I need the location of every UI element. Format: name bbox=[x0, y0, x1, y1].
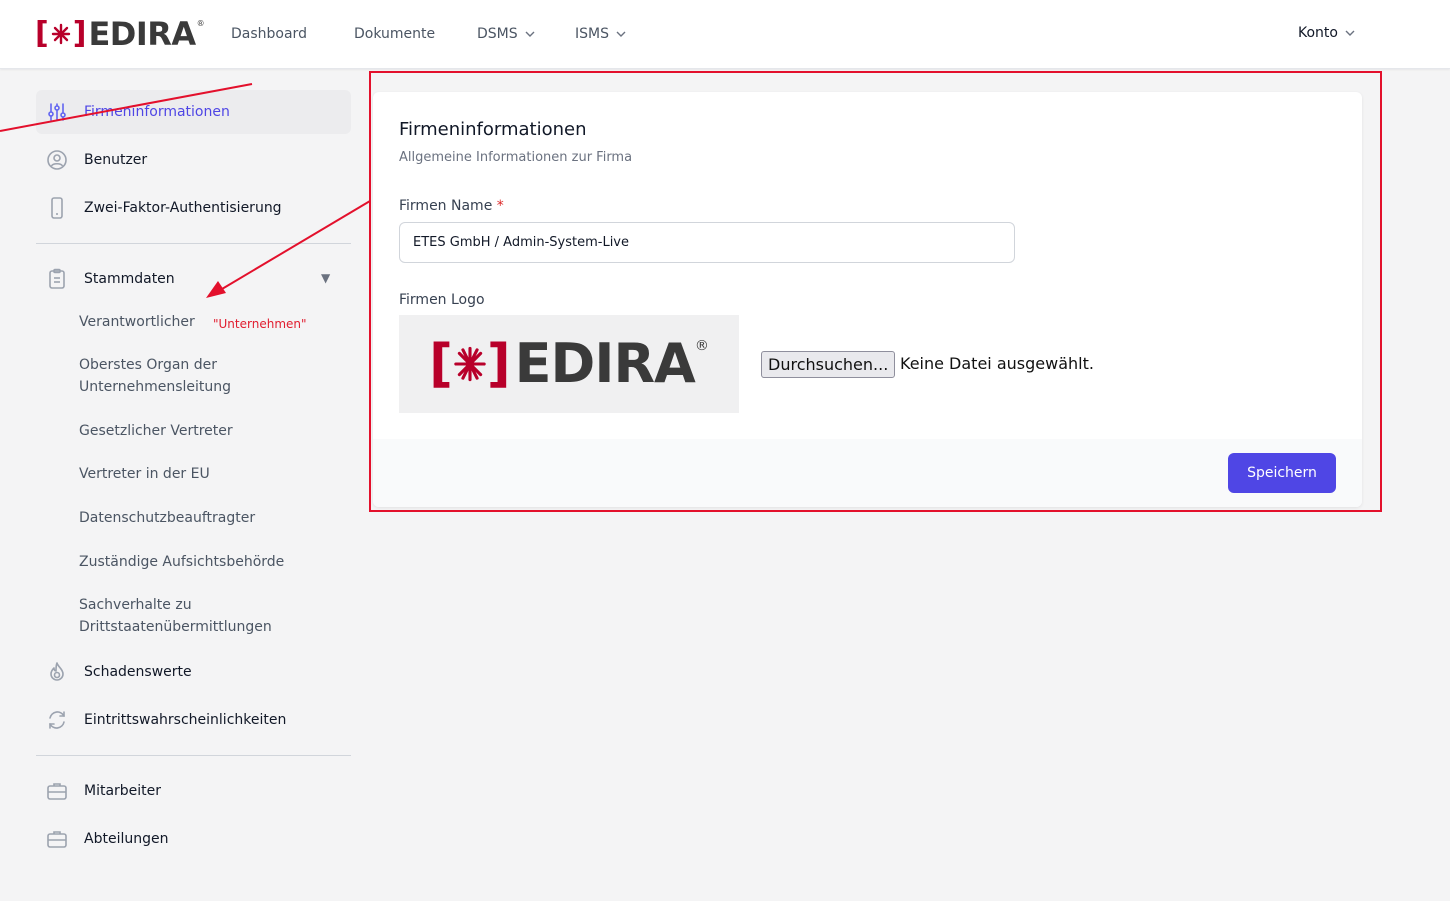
clipboard-icon bbox=[46, 268, 68, 290]
sidebar-item-stammdaten[interactable]: Stammdaten bbox=[36, 257, 351, 301]
nav-dsms[interactable]: DSMS bbox=[477, 26, 536, 42]
file-status-text: Keine Datei ausgewählt. bbox=[900, 354, 1094, 373]
phone-icon bbox=[46, 197, 68, 219]
sidebar-divider bbox=[36, 243, 351, 244]
sidebar-item-mitarbeiter[interactable]: Mitarbeiter bbox=[36, 769, 351, 813]
sidebar-item-label: Schadenswerte bbox=[84, 664, 192, 680]
nav-isms-label: ISMS bbox=[575, 26, 609, 42]
required-marker: * bbox=[496, 198, 504, 214]
logo-star-icon bbox=[51, 23, 70, 45]
company-logo-preview: [ ] EDIRA ® bbox=[399, 315, 739, 413]
fire-icon bbox=[46, 661, 68, 683]
card-subtitle: Allgemeine Informationen zur Firma bbox=[399, 150, 633, 165]
expand-caret-icon[interactable]: ▼ bbox=[321, 271, 330, 285]
sidebar-item-label: Stammdaten bbox=[84, 271, 175, 287]
top-navigation-bar: [ ] EDIRA ® Dashboard Dokumente DSMS ISM… bbox=[0, 0, 1450, 69]
sidebar-subitem-drittstaaten[interactable]: Sachverhalte zu Drittstaatenübermittlung… bbox=[79, 594, 279, 638]
briefcase-icon bbox=[46, 780, 68, 802]
account-menu[interactable]: Konto bbox=[1298, 25, 1356, 41]
sidebar-item-label: Mitarbeiter bbox=[84, 783, 162, 799]
nav-dashboard-label: Dashboard bbox=[231, 26, 307, 42]
nav-dokumente-label: Dokumente bbox=[354, 26, 436, 42]
sidebar-subitem-gesetzlicher-vertreter[interactable]: Gesetzlicher Vertreter bbox=[79, 420, 349, 442]
nav-dashboard[interactable]: Dashboard bbox=[231, 26, 307, 42]
sidebar-item-firmeninformationen[interactable]: Firmeninformationen bbox=[36, 90, 351, 134]
card-title: Firmeninformationen bbox=[399, 119, 587, 140]
sidebar-item-eintrittswahrscheinlichkeiten[interactable]: Eintrittswahrscheinlichkeiten bbox=[36, 698, 351, 742]
sliders-icon bbox=[46, 101, 68, 123]
sidebar-item-label: Eintrittswahrscheinlichkeiten bbox=[84, 712, 287, 728]
sidebar-item-benutzer[interactable]: Benutzer bbox=[36, 138, 351, 182]
company-logo-label: Firmen Logo bbox=[399, 292, 485, 308]
sidebar-subitem-datenschutzbeauftragter[interactable]: Datenschutzbeauftragter bbox=[79, 507, 349, 529]
chevron-down-icon bbox=[525, 31, 535, 37]
sidebar-subitem-oberstes-organ[interactable]: Oberstes Organ der Unternehmensleitung bbox=[79, 354, 279, 398]
account-label: Konto bbox=[1298, 25, 1338, 41]
logo-star-icon bbox=[454, 346, 486, 382]
logo-bracket-right: ] bbox=[72, 16, 87, 51]
preview-wordmark: EDIRA bbox=[514, 332, 696, 395]
company-info-card: Firmeninformationen Allgemeine Informati… bbox=[373, 92, 1362, 507]
browse-file-button[interactable]: Durchsuchen... bbox=[761, 351, 896, 378]
preview-bracket-left: [ bbox=[429, 334, 453, 394]
briefcase-icon bbox=[46, 828, 68, 850]
refresh-icon bbox=[46, 709, 68, 731]
sidebar-item-label: Benutzer bbox=[84, 152, 148, 168]
sidebar-item-zwei-faktor[interactable]: Zwei-Faktor-Authentisierung bbox=[36, 186, 351, 230]
company-name-label-text: Firmen Name bbox=[399, 198, 493, 214]
company-name-label: Firmen Name * bbox=[399, 198, 504, 214]
nav-isms[interactable]: ISMS bbox=[575, 26, 627, 42]
nav-dokumente[interactable]: Dokumente bbox=[354, 26, 435, 42]
company-logo-image: [ ] EDIRA ® bbox=[429, 332, 709, 395]
user-circle-icon bbox=[46, 149, 68, 171]
chevron-down-icon bbox=[616, 31, 626, 37]
sidebar-subitem-aufsichtsbehoerde[interactable]: Zuständige Aufsichtsbehörde bbox=[79, 551, 349, 573]
logo-registered-mark: ® bbox=[196, 18, 205, 28]
logo-bracket-left: [ bbox=[35, 16, 49, 51]
sidebar-item-schadenswerte[interactable]: Schadenswerte bbox=[36, 650, 351, 694]
save-button[interactable]: Speichern bbox=[1228, 453, 1336, 493]
sidebar-subitem-vertreter-eu[interactable]: Vertreter in der EU bbox=[79, 463, 349, 485]
card-footer: Speichern bbox=[373, 439, 1362, 507]
annotation-note: "Unternehmen" bbox=[213, 317, 307, 331]
preview-registered-mark: ® bbox=[694, 338, 709, 354]
sidebar-item-label: Abteilungen bbox=[84, 831, 169, 847]
edira-logo[interactable]: [ ] EDIRA ® bbox=[35, 15, 205, 53]
sidebar-divider bbox=[36, 755, 351, 756]
sidebar-item-label: Zwei-Faktor-Authentisierung bbox=[84, 200, 282, 216]
preview-bracket-right: ] bbox=[486, 334, 511, 394]
company-name-input[interactable] bbox=[399, 222, 1015, 263]
logo-wordmark: EDIRA bbox=[88, 15, 196, 53]
sidebar-item-label: Firmeninformationen bbox=[84, 104, 230, 120]
chevron-down-icon bbox=[1345, 30, 1355, 36]
nav-dsms-label: DSMS bbox=[477, 26, 518, 42]
sidebar-item-abteilungen[interactable]: Abteilungen bbox=[36, 817, 351, 861]
